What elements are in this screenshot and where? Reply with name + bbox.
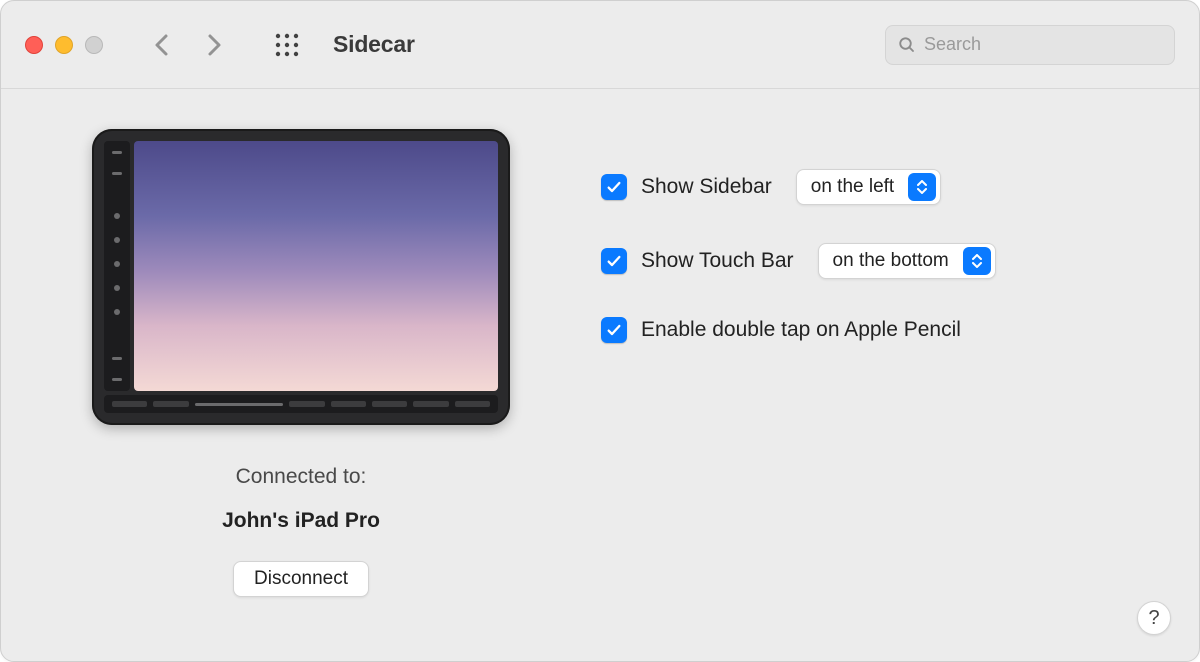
sidebar-position-dropdown[interactable]: on the left (796, 169, 941, 205)
ipad-sidebar-preview (104, 141, 130, 391)
check-icon (606, 322, 622, 338)
connected-to-label: Connected to: (236, 465, 367, 489)
chevron-updown-icon (908, 173, 936, 201)
ipad-preview (92, 129, 510, 425)
ipad-wallpaper-preview (134, 141, 498, 391)
help-button[interactable]: ? (1137, 601, 1171, 635)
touchbar-position-dropdown[interactable]: on the bottom (818, 243, 996, 279)
right-column: Show Sidebar on the left Show Touch Bar … (601, 129, 1149, 631)
search-box[interactable] (885, 25, 1175, 65)
double-tap-checkbox[interactable] (601, 317, 627, 343)
show-touchbar-checkbox[interactable] (601, 248, 627, 274)
sidebar-position-value: on the left (811, 176, 904, 198)
double-tap-label: Enable double tap on Apple Pencil (641, 318, 961, 342)
close-window-button[interactable] (25, 36, 43, 54)
zoom-window-button[interactable] (85, 36, 103, 54)
disconnect-button[interactable]: Disconnect (233, 561, 369, 597)
show-sidebar-label: Show Sidebar (641, 175, 772, 199)
back-button[interactable] (151, 34, 173, 56)
nav-arrows (151, 34, 225, 56)
content: Connected to: John's iPad Pro Disconnect… (1, 89, 1199, 661)
show-touchbar-label: Show Touch Bar (641, 249, 794, 273)
chevron-updown-icon (963, 247, 991, 275)
pane-title: Sidecar (333, 31, 415, 58)
search-icon (898, 36, 916, 54)
traffic-lights (25, 36, 103, 54)
minimize-window-button[interactable] (55, 36, 73, 54)
double-tap-row: Enable double tap on Apple Pencil (601, 317, 1149, 343)
check-icon (606, 253, 622, 269)
show-touchbar-row: Show Touch Bar on the bottom (601, 243, 1149, 279)
show-all-icon[interactable] (273, 31, 301, 59)
search-input[interactable] (924, 34, 1162, 55)
touchbar-position-value: on the bottom (833, 250, 959, 272)
ipad-touchbar-preview (104, 395, 498, 413)
forward-button[interactable] (203, 34, 225, 56)
preferences-window: Sidecar (0, 0, 1200, 662)
toolbar: Sidecar (1, 1, 1199, 89)
check-icon (606, 179, 622, 195)
left-column: Connected to: John's iPad Pro Disconnect (61, 129, 541, 631)
show-sidebar-checkbox[interactable] (601, 174, 627, 200)
show-sidebar-row: Show Sidebar on the left (601, 169, 1149, 205)
device-name: John's iPad Pro (222, 509, 380, 533)
